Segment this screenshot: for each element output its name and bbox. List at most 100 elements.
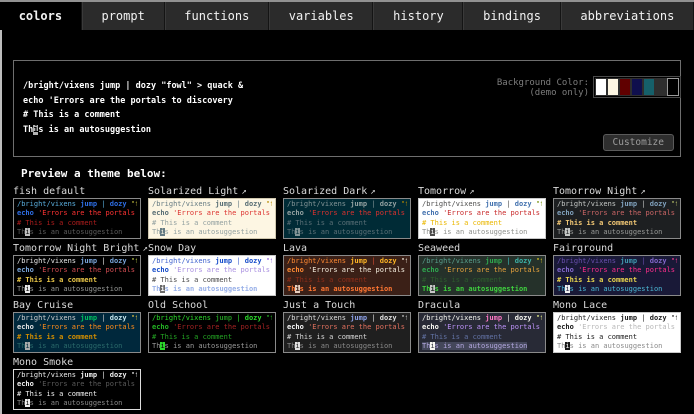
terminal-demo-preview: /bright/vixens jump | dozy "fowl" > quac… xyxy=(13,60,681,157)
theme-tomorrow-night-bright[interactable]: Tomorrow Night Bright↗/bright/vixens jum… xyxy=(13,242,148,296)
customize-button[interactable]: Customize xyxy=(603,134,674,151)
theme-fairground[interactable]: Fairground/bright/vixens jump | dozy "fo… xyxy=(553,242,688,296)
theme-preview-box[interactable]: /bright/vixens jump | dozy "fowl" > quac… xyxy=(553,198,681,239)
token-pipe: | xyxy=(101,257,109,265)
theme-dracula[interactable]: Dracula/bright/vixens jump | dozy "fowl"… xyxy=(418,299,553,353)
token-command: jump xyxy=(80,257,101,265)
theme-preview-box[interactable]: /bright/vixens jump | dozy "fowl" > quac… xyxy=(418,198,546,239)
token-quote: "fowl" > quack & xyxy=(131,314,137,322)
token-command: echo xyxy=(17,323,38,331)
theme-fish-default[interactable]: fish default/bright/vixens jump | dozy "… xyxy=(13,185,148,239)
bg-swatch-dark-red[interactable] xyxy=(619,78,631,96)
theme-bay-cruise[interactable]: Bay Cruise/bright/vixens jump | dozy "fo… xyxy=(13,299,148,353)
sample-error-line: echo 'Errors are the portals to discover… xyxy=(152,266,272,275)
theme-snow-day[interactable]: Snow Day/bright/vixens jump | dozy "fowl… xyxy=(148,242,283,296)
theme-preview-box[interactable]: /bright/vixens jump | dozy "fowl" > quac… xyxy=(418,312,546,353)
token-command: dozy xyxy=(380,257,401,265)
bg-swatch-ivory[interactable] xyxy=(607,78,619,96)
theme-name: Tomorrow Night Bright xyxy=(13,243,139,254)
token-command: echo xyxy=(287,209,308,217)
token-quote: "fowl" > quack & xyxy=(266,200,272,208)
theme-tomorrow-night[interactable]: Tomorrow Night↗/bright/vixens jump | doz… xyxy=(553,185,688,239)
theme-lava[interactable]: Lava/bright/vixens jump | dozy "fowl" > … xyxy=(283,242,418,296)
tab-prompt[interactable]: prompt xyxy=(82,2,165,30)
token-command: echo xyxy=(152,323,173,331)
theme-just-a-touch[interactable]: Just a Touch/bright/vixens jump | dozy "… xyxy=(283,299,418,353)
sample-command-line: /bright/vixens jump | dozy "fowl" > quac… xyxy=(17,371,137,380)
token-autosuggestion: s is an autosuggestion xyxy=(435,228,528,236)
sample-comment-line: # This is a comment xyxy=(557,219,677,228)
token-command: jump xyxy=(350,314,371,322)
sample-autosuggestion-line: This is an autosuggestion xyxy=(17,285,137,294)
sample-command-line: /bright/vixens jump | dozy "fowl" > quac… xyxy=(287,314,407,323)
token-comment: # This is a comment xyxy=(152,219,232,227)
external-link-icon[interactable]: ↗ xyxy=(139,244,147,254)
token-path: /bright/vixens xyxy=(17,200,80,208)
theme-preview-box[interactable]: /bright/vixens jump | dozy "fowl" > quac… xyxy=(13,198,141,239)
bg-swatch-black[interactable] xyxy=(667,78,679,96)
bg-swatch-white[interactable] xyxy=(595,78,607,96)
sample-comment-line: # This is a comment xyxy=(557,276,677,285)
external-link-icon[interactable]: ↗ xyxy=(238,187,246,197)
token-command: echo xyxy=(557,266,578,274)
theme-preview-box[interactable]: /bright/vixens jump | dozy "fowl" > quac… xyxy=(13,255,141,296)
token-command: dozy xyxy=(515,257,536,265)
theme-tomorrow[interactable]: Tomorrow↗/bright/vixens jump | dozy "fow… xyxy=(418,185,553,239)
theme-preview-box[interactable]: /bright/vixens jump | dozy "fowl" > quac… xyxy=(148,198,276,239)
theme-preview-box[interactable]: /bright/vixens jump | dozy "fowl" > quac… xyxy=(418,255,546,296)
token-autosuggestion: s is an autosuggestion xyxy=(300,285,393,293)
token-path: /bright/vixens xyxy=(422,314,485,322)
tab-abbreviations[interactable]: abbreviations xyxy=(561,2,694,30)
token-pipe: | xyxy=(641,314,649,322)
sample-error-line: echo 'Errors are the portals to discover… xyxy=(287,323,407,332)
theme-old-school[interactable]: Old School/bright/vixens jump | dozy "fo… xyxy=(148,299,283,353)
theme-preview-box[interactable]: /bright/vixens jump | dozy "fowl" > quac… xyxy=(283,198,411,239)
token-command: dozy xyxy=(110,371,131,379)
tab-colors[interactable]: colors xyxy=(0,2,82,30)
token-command: dozy xyxy=(515,314,536,322)
bg-swatch-charcoal[interactable] xyxy=(655,78,667,96)
theme-mono-lace[interactable]: Mono Lace/bright/vixens jump | dozy "fow… xyxy=(553,299,688,353)
theme-title: Just a Touch xyxy=(283,299,418,312)
theme-mono-smoke[interactable]: Mono Smoke/bright/vixens jump | dozy "fo… xyxy=(13,356,148,410)
theme-seaweed[interactable]: Seaweed/bright/vixens jump | dozy "fowl"… xyxy=(418,242,553,296)
token-quote: "fowl" > quack & xyxy=(536,314,542,322)
theme-preview-box[interactable]: /bright/vixens jump | dozy "fowl" > quac… xyxy=(553,255,681,296)
theme-solarized-light[interactable]: Solarized Light↗/bright/vixens jump | do… xyxy=(148,185,283,239)
theme-preview-box[interactable]: /bright/vixens jump | dozy "fowl" > quac… xyxy=(148,312,276,353)
tab-functions[interactable]: functions xyxy=(165,2,269,30)
theme-preview-box[interactable]: /bright/vixens jump | dozy "fowl" > quac… xyxy=(283,255,411,296)
theme-title: Tomorrow Night↗ xyxy=(553,185,688,198)
tab-bindings[interactable]: bindings xyxy=(463,2,560,30)
theme-title: Old School xyxy=(148,299,283,312)
theme-preview-box[interactable]: /bright/vixens jump | dozy "fowl" > quac… xyxy=(283,312,411,353)
token-path: /bright/vixens xyxy=(557,200,620,208)
tab-history[interactable]: history xyxy=(373,2,463,30)
token-command: jump xyxy=(485,200,506,208)
sample-command-line: /bright/vixens jump | dozy "fowl" > quac… xyxy=(557,257,677,266)
token-command: jump xyxy=(80,371,101,379)
external-link-icon[interactable]: ↗ xyxy=(367,187,375,197)
sample-error-line: echo 'Errors are the portals to discover… xyxy=(287,209,407,218)
theme-preview-box[interactable]: /bright/vixens jump | dozy "fowl" > quac… xyxy=(13,369,141,410)
external-link-icon[interactable]: ↗ xyxy=(637,187,645,197)
sample-autosuggestion-line: This is an autosuggestion xyxy=(152,228,272,237)
token-quote: "fowl" > quack & xyxy=(536,200,542,208)
sample-error-line: echo 'Errors are the portals to discover… xyxy=(17,266,137,275)
theme-preview-box[interactable]: /bright/vixens jump | dozy "fowl" > quac… xyxy=(148,255,276,296)
tab-variables[interactable]: variables xyxy=(269,2,373,30)
external-link-icon[interactable]: ↗ xyxy=(466,187,474,197)
token-pipe: | xyxy=(371,257,379,265)
sample-error-line: echo 'Errors are the portals to discover… xyxy=(17,209,137,218)
bg-swatch-teal[interactable] xyxy=(643,78,655,96)
token-autosuggestion: s is an autosuggestion xyxy=(570,228,663,236)
token-quote: "fowl" > quack & xyxy=(536,257,542,265)
token-quote: "fowl" > quack & xyxy=(401,257,407,265)
theme-solarized-dark[interactable]: Solarized Dark↗/bright/vixens jump | doz… xyxy=(283,185,418,239)
token-comment: # This is a comment xyxy=(17,219,97,227)
theme-preview-box[interactable]: /bright/vixens jump | dozy "fowl" > quac… xyxy=(13,312,141,353)
theme-preview-box[interactable]: /bright/vixens jump | dozy "fowl" > quac… xyxy=(553,312,681,353)
bg-swatch-navy[interactable] xyxy=(631,78,643,96)
token-pipe: | xyxy=(236,314,244,322)
token-command: echo xyxy=(422,266,443,274)
